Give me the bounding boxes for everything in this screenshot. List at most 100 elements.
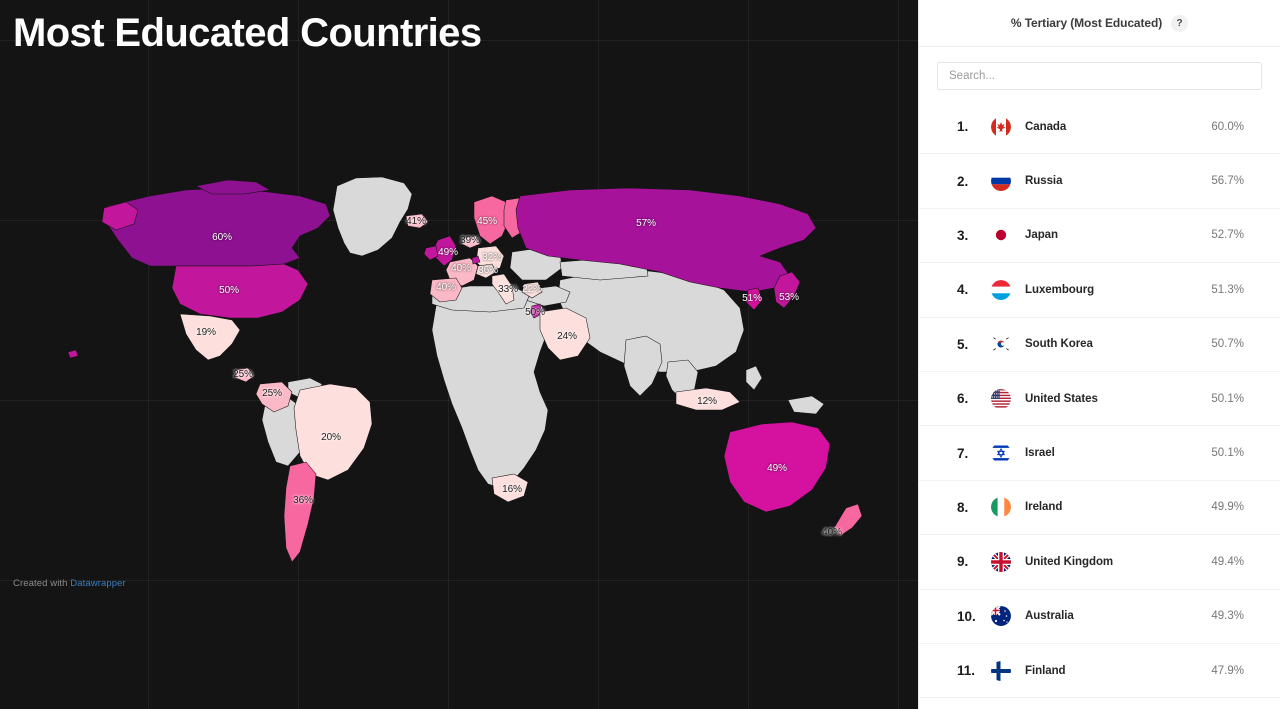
map-label-israel: 50% [525,307,545,318]
map-label-australia: 49% [767,463,787,474]
map-label-spain: 40% [436,282,456,293]
country-value: 49.4% [1211,555,1244,568]
ranking-list: 1. Canada 60.0% 2. Russia 56.7% 3. Japan 52.7% 4… [919,100,1280,709]
country-value: 50.1% [1211,392,1244,405]
flag-icon-canada [991,116,1011,137]
flag-icon-finland [991,660,1011,681]
rank-number: 8. [957,499,969,515]
map-label-iceland: 41% [406,216,426,227]
flag-icon-south-korea [991,334,1011,355]
country-name: Ireland [1025,501,1063,514]
map-label-switzerland: 36% [478,265,498,276]
flag-icon-australia [991,606,1011,627]
map-label-indonesia: 12% [697,396,717,407]
map-label-saudi-arabia: 24% [557,331,577,342]
flag-icon-united-kingdom [991,551,1011,572]
rank-number: 6. [957,391,969,407]
attribution: Created with Datawrapper [13,578,126,589]
country-value: 49.9% [1211,501,1244,514]
rank-number: 3. [957,227,969,243]
map-label-canada: 60% [212,232,232,243]
search-input[interactable] [937,62,1262,90]
search-container [919,47,1280,100]
flag-icon-japan [991,225,1011,246]
map-label-argentina: 36% [293,495,313,506]
country-value: 49.3% [1211,610,1244,623]
rank-number: 9. [957,554,969,570]
attribution-prefix: Created with [13,578,71,589]
map-label-mexico: 19% [196,327,216,338]
rank-number: 10. [957,608,976,624]
country-value: 60.0% [1211,120,1244,133]
ranking-row[interactable]: 7. Israel 50.1% [919,426,1280,481]
country-value: 50.7% [1211,338,1244,351]
map-label-norway-sweden: 45% [477,216,497,227]
ranking-row[interactable]: 4. Luxembourg 51.3% [919,263,1280,318]
ranking-row[interactable]: 1. Canada 60.0% [919,100,1280,155]
rank-number: 1. [957,119,969,135]
country-africa-nodata[interactable] [432,291,548,488]
country-hawaii[interactable] [68,350,78,358]
flag-icon-russia [991,171,1011,192]
datawrapper-link[interactable]: Datawrapper [70,578,126,589]
country-name: Luxembourg [1025,283,1095,296]
ranking-row[interactable]: 2. Russia 56.7% [919,154,1280,209]
sidebar-header: % Tertiary (Most Educated) ? [919,0,1280,47]
datawrapper-map-app: Most Educated Countries 60% 50% 19% 25% … [0,0,1280,709]
country-name: Finland [1025,664,1066,677]
world-map[interactable] [0,0,918,709]
flag-icon-ireland [991,497,1011,518]
flag-icon-united-states [991,388,1011,409]
country-name: Australia [1025,610,1074,623]
map-label-france: 40% [451,263,471,274]
map-label-costa-rica: 25% [233,369,253,380]
rank-number: 11. [957,663,976,679]
rank-number: 5. [957,336,969,352]
country-name: Japan [1025,229,1058,242]
ranking-row[interactable]: 9. United Kingdom 49.4% [919,535,1280,590]
ranking-row[interactable]: 10. Australia 49.3% [919,589,1280,644]
country-united-states[interactable] [172,264,308,318]
flag-icon-luxembourg [991,279,1011,300]
map-label-united-kingdom: 49% [438,247,458,258]
country-india[interactable] [624,336,662,396]
map-label-brazil: 20% [321,432,341,443]
rank-number: 7. [957,445,969,461]
help-icon[interactable]: ? [1171,14,1189,32]
map-label-japan: 53% [779,292,799,303]
world-map-svg[interactable] [0,0,918,709]
country-value: 52.7% [1211,229,1244,242]
country-value: 51.3% [1211,283,1244,296]
country-value: 56.7% [1211,175,1244,188]
map-label-italy: 33% [498,284,518,295]
ranking-row[interactable]: 6. United States 50.1% [919,371,1280,427]
sidebar-title: % Tertiary (Most Educated) [1010,16,1163,30]
country-value: 47.9% [1211,664,1244,677]
ranking-row[interactable]: 8. Ireland 49.9% [919,480,1280,536]
country-name: United Kingdom [1025,555,1114,568]
country-name: Israel [1025,447,1055,460]
country-argentina[interactable] [284,462,316,562]
ranking-row[interactable]: 5. South Korea 50.7% [919,317,1280,372]
country-name: South Korea [1025,338,1093,351]
map-label-russia: 57% [636,218,656,229]
map-label-colombia: 25% [262,388,282,399]
map-label-south-africa: 16% [502,484,522,495]
country-greenland[interactable] [333,177,412,256]
country-name: United States [1025,392,1098,405]
ranking-sidebar: % Tertiary (Most Educated) ? 1. Canada 60… [918,0,1280,709]
flag-icon-israel [991,443,1011,464]
country-papua-new-guinea[interactable] [788,396,824,414]
page-title: Most Educated Countries [13,11,482,55]
map-label-south-korea: 51% [742,293,762,304]
map-label-greece: 22% [522,284,542,295]
ranking-row[interactable]: 3. Japan 52.7% [919,208,1280,264]
map-label-germany: 32% [482,252,502,263]
country-philippines[interactable] [746,366,762,390]
country-value: 50.1% [1211,447,1244,460]
country-canada[interactable] [106,188,330,266]
ranking-row[interactable]: 11. Finland 47.9% [919,643,1280,699]
map-panel: Most Educated Countries 60% 50% 19% 25% … [0,0,918,709]
map-label-denmark: 39% [460,235,480,246]
rank-number: 4. [957,282,969,298]
